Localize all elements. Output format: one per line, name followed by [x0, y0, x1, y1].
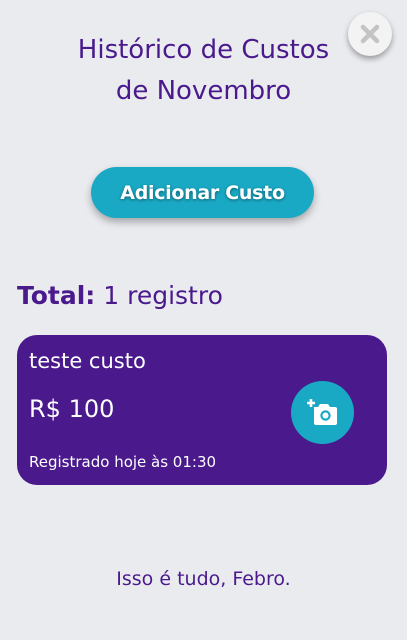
cost-value: R$ 100 [29, 395, 115, 423]
total-summary: Total: 1 registro [17, 278, 223, 314]
footer-message: Isso é tudo, Febro. [116, 568, 291, 590]
add-photo-button[interactable] [291, 381, 354, 444]
page-title-line-1: Histórico de Custos [77, 35, 330, 65]
page-title-line-2: de Novembro [115, 76, 292, 106]
total-label: Total: [17, 281, 96, 310]
cost-registered-date: Registrado hoje às 01:30 [29, 453, 217, 471]
cost-card: teste custo R$ 100 Registrado hoje às 01… [17, 335, 387, 485]
cost-history-page: Histórico de Custos de Novembro Adiciona… [0, 0, 407, 640]
add-cost-button[interactable]: Adicionar Custo [91, 167, 314, 218]
page-title: Histórico de Custos de Novembro [0, 30, 407, 112]
cost-name: teste custo [29, 349, 146, 373]
total-value: 1 registro [103, 281, 223, 310]
add-photo-icon [306, 398, 337, 425]
